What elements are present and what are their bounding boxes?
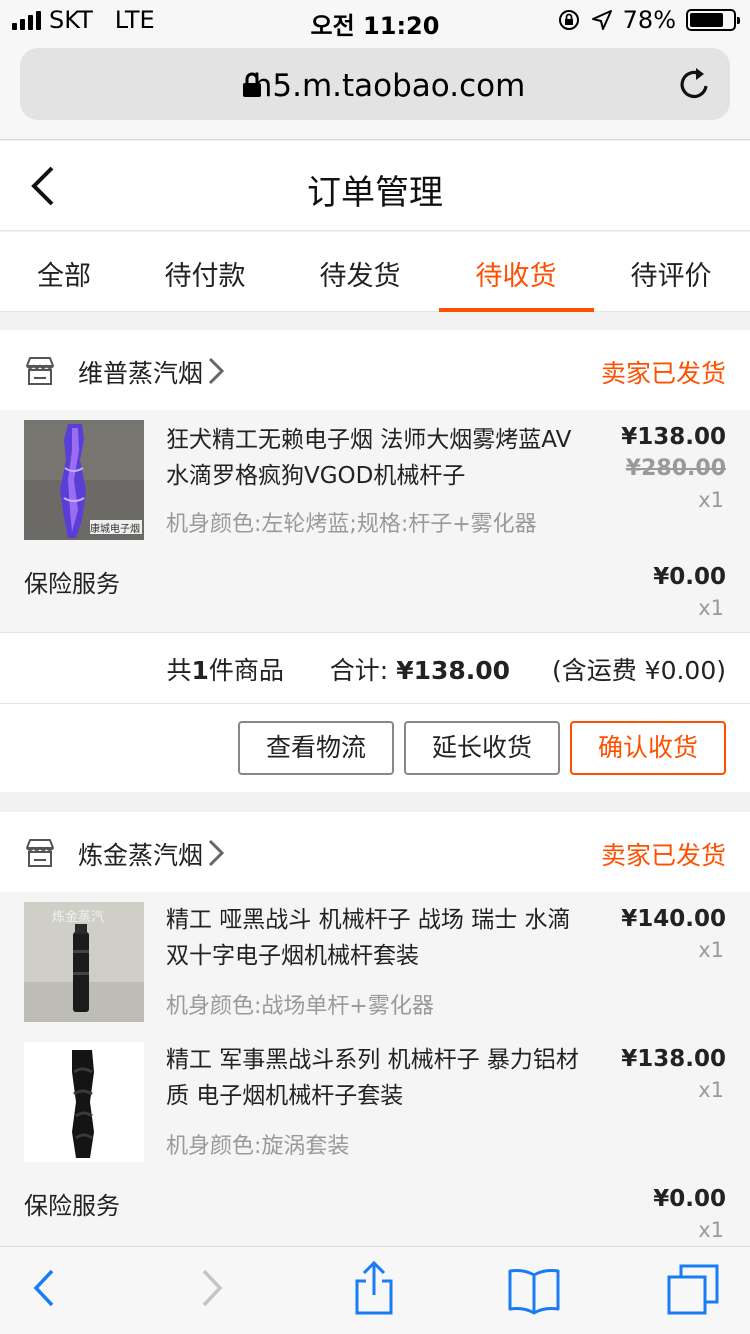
product-image[interactable]: 炼金蒸汽 [24,902,144,1022]
product-price: ¥140.00 [621,906,726,932]
shipping-fee: (含运费 ¥0.00) [551,656,726,685]
shop-row[interactable]: 维普蒸汽烟 卖家已发货 [0,330,750,410]
chevron-right-icon [208,839,225,867]
order-summary-text: 共1件商品 合计: ¥138.00 (含运费 ¥0.00) [166,651,726,687]
product-image-caption: 炼金蒸汽 [52,910,105,925]
active-tab-indicator [439,308,594,312]
shop-row[interactable]: 炼金蒸汽烟 卖家已发货 [0,812,750,892]
tab-pending-shipment[interactable]: 待发货 [305,254,415,293]
chevron-right-icon [208,357,225,385]
tab-pending-payment[interactable]: 待付款 [150,254,260,293]
insurance-quantity: x1 [698,1218,724,1242]
page-title: 订单管理 [307,173,443,213]
tabs-icon[interactable] [666,1263,722,1317]
tab-pending-receipt[interactable]: 待收货 [461,254,571,293]
product-title[interactable]: 狂犬精工无赖电子烟 法师大烟雾烤蓝AV水滴罗格疯狗VGOD机械杆子 [166,422,586,494]
address-bar[interactable]: h5.m.taobao.com [20,48,730,120]
product-sku: 机身颜色:旋涡套装 [166,1134,350,1159]
orientation-lock-icon [558,10,579,30]
tab-pending-review[interactable]: 待评价 [616,254,726,293]
product-original-price: ¥280.00 [625,456,726,481]
order-items: 炼金蒸汽 精工 哑黑战斗 机械杆子 战场 瑞士 水滴 双十字电子烟机械杆套装 机… [0,892,750,1246]
location-icon [591,10,612,30]
browser-forward-icon[interactable] [198,1265,226,1311]
total-label: 合计: [329,656,389,685]
shop-icon [26,839,54,867]
order-card: 维普蒸汽烟 卖家已发货 康城电子烟 狂犬精工无赖电子烟 法师大烟雾烤蓝AV水滴罗… [0,330,750,792]
confirm-receipt-button[interactable]: 确认收货 [570,721,726,775]
shop-name[interactable]: 炼金蒸汽烟 [78,836,203,872]
product-image[interactable]: 康城电子烟 [24,420,144,540]
browser-toolbar [0,1246,750,1334]
order-items: 康城电子烟 狂犬精工无赖电子烟 法师大烟雾烤蓝AV水滴罗格疯狗VGOD机械杆子 … [0,410,750,632]
browser-address-area: h5.m.taobao.com [0,40,750,140]
battery-icon [686,9,740,31]
bookmarks-icon[interactable] [506,1267,562,1315]
share-icon[interactable] [352,1261,396,1317]
insurance-label: 保险服务 [24,570,120,598]
url-text[interactable]: h5.m.taobao.com [20,68,730,104]
status-right: 78% [557,6,740,34]
insurance-price: ¥0.00 [653,564,726,590]
browser-back-icon[interactable] [30,1265,58,1311]
insurance-price: ¥0.00 [653,1186,726,1212]
product-quantity: x1 [698,938,724,962]
order-card: 炼金蒸汽烟 卖家已发货 炼金蒸汽 精工 哑黑战斗 机械杆子 战场 瑞士 水滴 双… [0,812,750,1246]
extend-receipt-button[interactable]: 延长收货 [404,721,560,775]
insurance-label: 保险服务 [24,1192,120,1220]
tab-all[interactable]: 全部 [20,254,108,293]
product-image-caption: 康城电子烟 [90,524,140,535]
product-sku: 机身颜色:战场单杆+雾化器 [166,994,434,1019]
status-bar: SKT LTE 오전 11:20 78% [0,0,750,40]
order-total: ¥138.00 [396,656,511,685]
product-price: ¥138.00 [621,424,726,450]
item-count-prefix: 共 [166,656,192,685]
product-price: ¥138.00 [621,1046,726,1072]
order-actions: 查看物流 延长收货 确认收货 [0,704,750,792]
insurance-quantity: x1 [698,596,724,620]
battery-percent: 78% [622,6,676,34]
page-header: 订单管理 [0,141,750,231]
order-status: 卖家已发货 [600,841,726,870]
order-summary: 共1件商品 合计: ¥138.00 (含运费 ¥0.00) [0,632,750,704]
product-sku: 机身颜色:左轮烤蓝;规格:杆子+雾化器 [166,512,537,537]
product-image[interactable] [24,1042,144,1162]
item-count: 1 [191,656,209,685]
product-quantity: x1 [698,1078,724,1102]
battery-fill [690,13,723,27]
view-logistics-button[interactable]: 查看物流 [238,721,394,775]
order-tabs: 全部 待付款 待发货 待收货 待评价 [0,232,750,312]
product-title[interactable]: 精工 军事黑战斗系列 机械杆子 暴力铝材质 电子烟机械杆子套装 [166,1042,586,1114]
product-quantity: x1 [698,488,724,512]
product-photo-grip-mod [24,1042,144,1162]
product-title[interactable]: 精工 哑黑战斗 机械杆子 战场 瑞士 水滴 双十字电子烟机械杆套装 [166,902,586,974]
order-status: 卖家已发货 [600,359,726,388]
shop-name[interactable]: 维普蒸汽烟 [78,354,203,390]
item-count-suffix: 件商品 [208,656,284,685]
shop-icon [26,357,54,385]
reload-icon[interactable] [678,66,712,102]
